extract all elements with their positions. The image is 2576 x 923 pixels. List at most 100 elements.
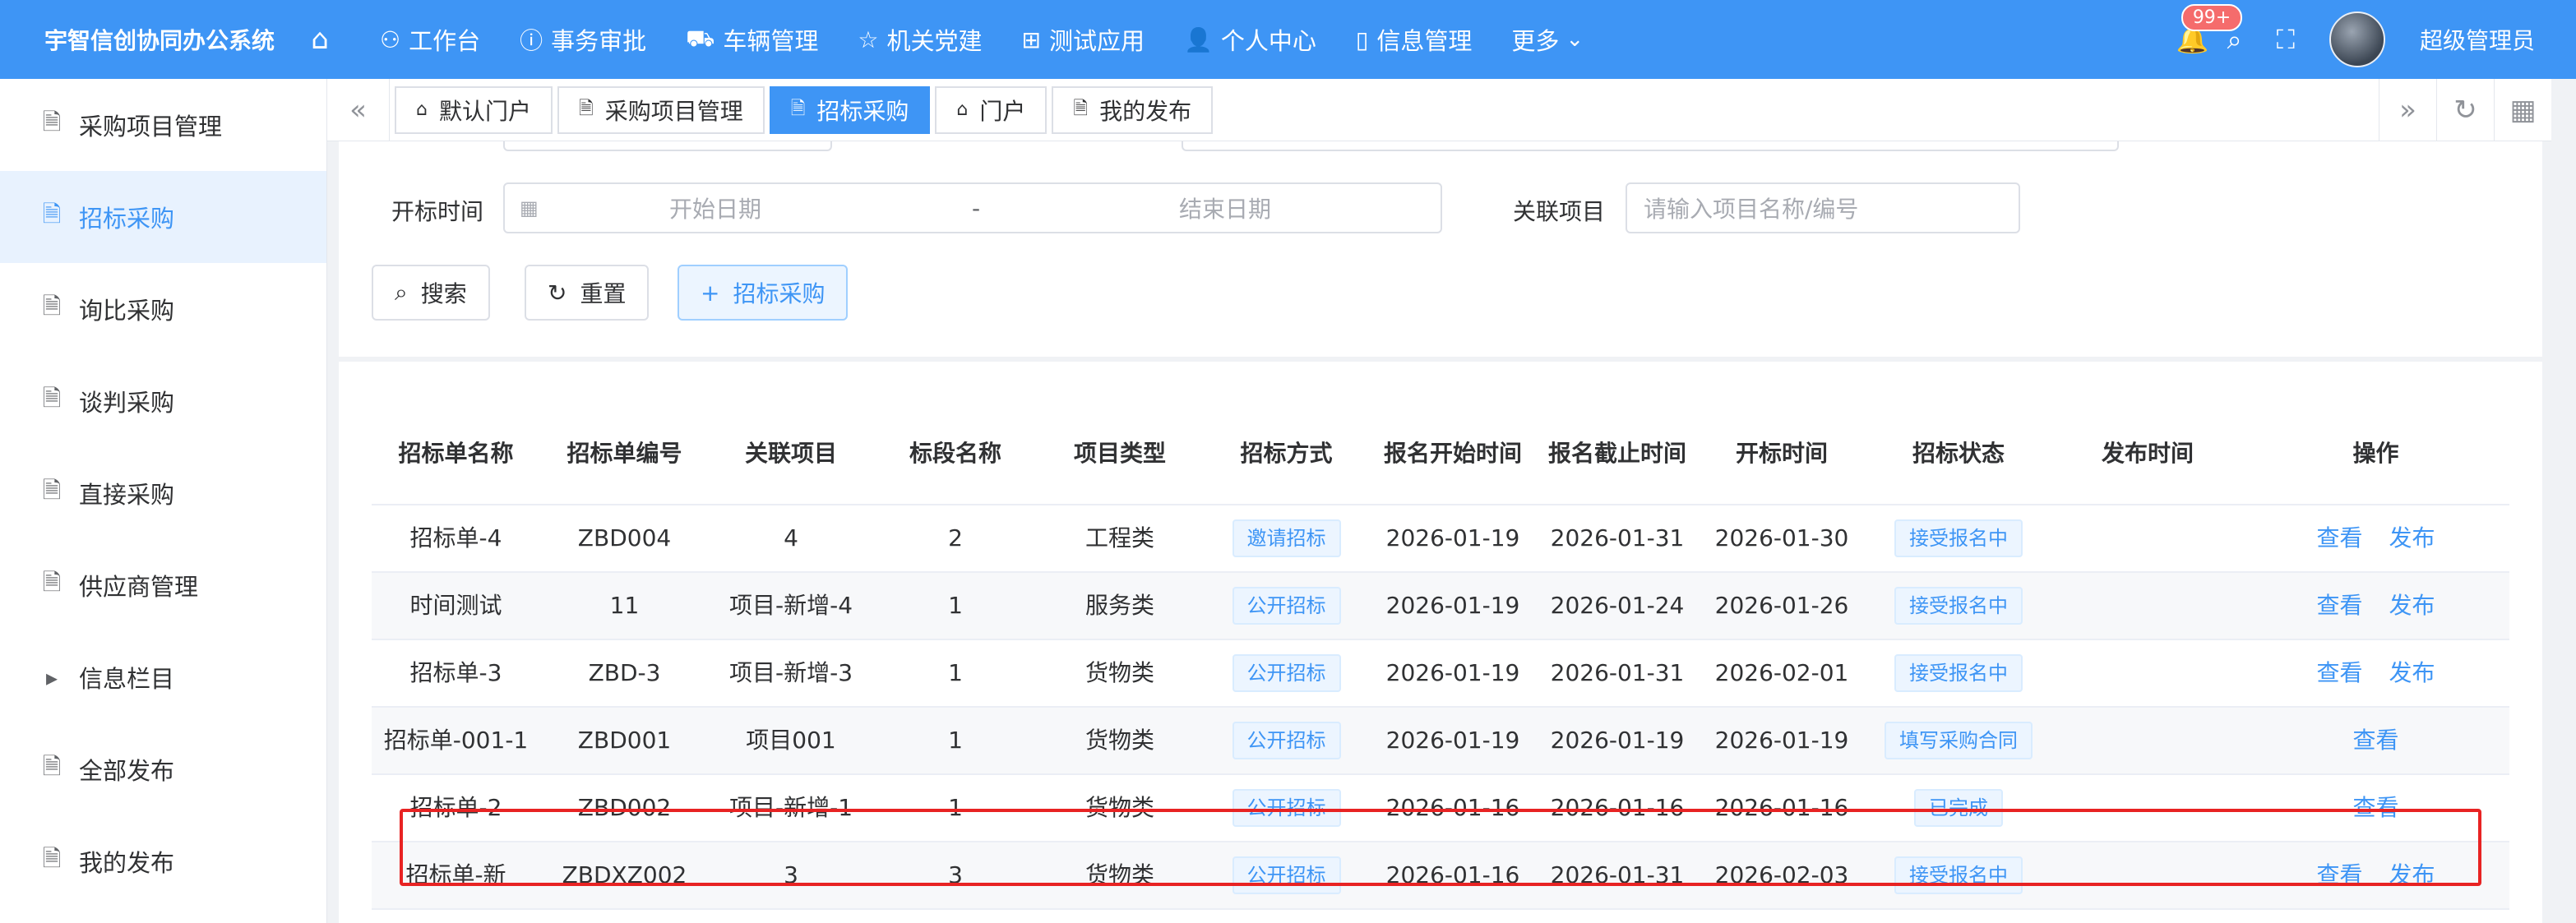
cell-method: 公开招标: [1202, 639, 1371, 708]
sidebar-item-5[interactable]: 🗎 供应商管理: [0, 539, 326, 631]
document-icon: 🗎: [42, 569, 62, 596]
tabs-scroll-left-icon[interactable]: «: [327, 78, 390, 141]
sidebar-item-0[interactable]: 🗎 采购项目管理: [0, 79, 326, 171]
nav-item-2[interactable]: ⛟ 车辆管理: [686, 22, 818, 57]
bell-icon[interactable]: 🔔 99+: [2176, 4, 2243, 55]
open-time-label: 开标时间: [391, 198, 484, 225]
cell-name: 招标单-2: [372, 774, 540, 842]
cell-text: 2026-01-16: [1714, 794, 1849, 821]
home-icon[interactable]: ⌂: [299, 23, 340, 56]
project-search-input[interactable]: 请输入项目名称/编号: [1626, 182, 2020, 233]
view-link[interactable]: 查看: [2316, 524, 2362, 551]
user-name[interactable]: 超级管理员: [2420, 23, 2535, 56]
cell-text: 2: [948, 524, 963, 551]
tab-4[interactable]: 🗎 我的发布: [1052, 85, 1214, 134]
view-link[interactable]: 查看: [2316, 592, 2362, 619]
tab-0[interactable]: ⌂ 默认门户: [395, 85, 553, 134]
refresh-icon[interactable]: ↻: [2436, 79, 2494, 141]
cell-text: 时间测试: [409, 592, 502, 619]
sidebar-item-6[interactable]: ▸ 信息栏目: [0, 631, 326, 723]
cell-section: 1: [873, 572, 1038, 640]
cell-text: 货物类: [1085, 727, 1154, 754]
document-icon: 🗎: [42, 293, 62, 320]
view-link[interactable]: 查看: [2316, 659, 2362, 686]
cell-publish: [2053, 639, 2242, 708]
publish-link[interactable]: 发布: [2389, 524, 2435, 551]
tab-label: 采购项目管理: [604, 97, 743, 125]
tender-table: 招标单名称 招标单编号 关联项目 标段名称 项目类型 招标方式 报名开始时间 报名截止时间 开标…: [372, 403, 2509, 910]
tab-3[interactable]: ⌂ 门户: [935, 85, 1048, 134]
tabs-bar: « ⌂ 默认门户 🗎 采购项目管理 🗎 招标采购 ⌂ 门户 🗎 我的发布 » ↻ ▦: [327, 78, 2551, 141]
nav-item-7[interactable]: 更多 ⌄: [1511, 22, 1584, 57]
cell-code: ZBD-3: [540, 639, 709, 708]
sidebar-item-7[interactable]: 🗎 全部发布: [0, 723, 326, 815]
sidebar-item-label: 询比采购: [79, 297, 175, 325]
publish-link[interactable]: 发布: [2389, 659, 2435, 686]
cell-text: 货物类: [1085, 794, 1154, 821]
nav-item-5[interactable]: 👤 个人中心: [1184, 22, 1316, 57]
view-link[interactable]: 查看: [2316, 861, 2362, 888]
cell-text: 招标单-4: [409, 524, 502, 551]
grid-menu-icon[interactable]: ▦: [2494, 79, 2551, 141]
sidebar-item-label: 谈判采购: [79, 389, 175, 417]
add-tender-button[interactable]: + 招标采购: [678, 265, 849, 321]
cell-code: ZBD001: [540, 707, 709, 775]
end-date-input[interactable]: 结束日期: [1179, 192, 1271, 224]
project-label: 关联项目: [1513, 198, 1606, 225]
nav-item-1[interactable]: ⓘ 事务审批: [520, 22, 646, 57]
nav-item-4[interactable]: ⊞ 测试应用: [1022, 22, 1145, 57]
cell-method: 公开招标: [1202, 774, 1371, 842]
sidebar-item-8[interactable]: 🗎 我的发布: [0, 815, 326, 907]
cell-status: 填写采购合同: [1864, 707, 2053, 775]
tab-label: 默认门户: [438, 97, 531, 125]
search-button[interactable]: ⌕ 搜索: [372, 265, 490, 321]
cell-actions: 查看 发布: [2242, 505, 2509, 573]
sidebar-item-4[interactable]: 🗎 直接采购: [0, 447, 326, 539]
book-icon: ▯: [1355, 25, 1369, 53]
method-tag: 公开招标: [1232, 856, 1341, 894]
partial-input-top[interactable]: [503, 141, 832, 151]
cell-project: 项目001: [709, 707, 873, 775]
cell-reg_start: 2026-01-19: [1371, 505, 1535, 573]
publish-link[interactable]: 发布: [2389, 592, 2435, 619]
cell-publish: [2053, 707, 2242, 775]
cell-text: 招标单-新: [405, 861, 506, 888]
cell-project: 项目-新增-4: [709, 572, 873, 640]
open-time-range-picker[interactable]: ▦ 开始日期 - 结束日期: [503, 182, 1442, 233]
sidebar-item-1[interactable]: 🗎 招标采购: [0, 171, 326, 263]
cell-project: 项目-新增-1: [709, 774, 873, 842]
column-header: 招标单名称: [372, 403, 540, 505]
search-button-label: 搜索: [420, 280, 467, 307]
view-link[interactable]: 查看: [2352, 794, 2398, 821]
nav-item-6[interactable]: ▯ 信息管理: [1356, 22, 1472, 57]
reset-button[interactable]: ↻ 重置: [525, 265, 650, 321]
avatar[interactable]: [2329, 12, 2385, 67]
view-link[interactable]: 查看: [2352, 727, 2398, 754]
tab-2[interactable]: 🗎 招标采购: [769, 85, 931, 134]
tabs-scroll-right-icon[interactable]: »: [2379, 79, 2436, 141]
table-row: 时间测试 11 项目-新增-4 1 服务类 公开招标 2026-01-19 2026-01-2…: [372, 572, 2509, 640]
cell-text: 1: [948, 727, 963, 754]
cell-reg_start: 2026-01-19: [1371, 572, 1535, 640]
nav-item-3[interactable]: ☆ 机关党建: [858, 22, 982, 57]
tab-1[interactable]: 🗎 采购项目管理: [557, 85, 765, 134]
cell-text: 2026-01-19: [1714, 727, 1849, 754]
sidebar-item-2[interactable]: 🗎 询比采购: [0, 263, 326, 355]
cell-method: 公开招标: [1202, 572, 1371, 640]
start-date-input[interactable]: 开始日期: [669, 192, 761, 224]
tab-label: 门户: [979, 97, 1026, 125]
cell-text: 2026-01-19: [1385, 659, 1520, 686]
column-header: 招标单编号: [540, 403, 709, 505]
sidebar-item-3[interactable]: 🗎 谈判采购: [0, 355, 326, 447]
nav-item-0[interactable]: ⚇ 工作台: [380, 22, 480, 57]
fullscreen-icon[interactable]: ⛶: [2277, 24, 2295, 56]
cell-text: 项目001: [746, 727, 836, 754]
sidebar-item-label: 我的发布: [79, 849, 175, 877]
cell-text: ZBD004: [577, 524, 672, 551]
reset-button-label: 重置: [580, 280, 627, 307]
cell-type: 货物类: [1038, 842, 1202, 910]
partial-input-top[interactable]: [1182, 141, 2119, 151]
column-header: 关联项目: [709, 403, 873, 505]
cell-actions: 查看: [2242, 707, 2509, 775]
publish-link[interactable]: 发布: [2389, 861, 2435, 888]
